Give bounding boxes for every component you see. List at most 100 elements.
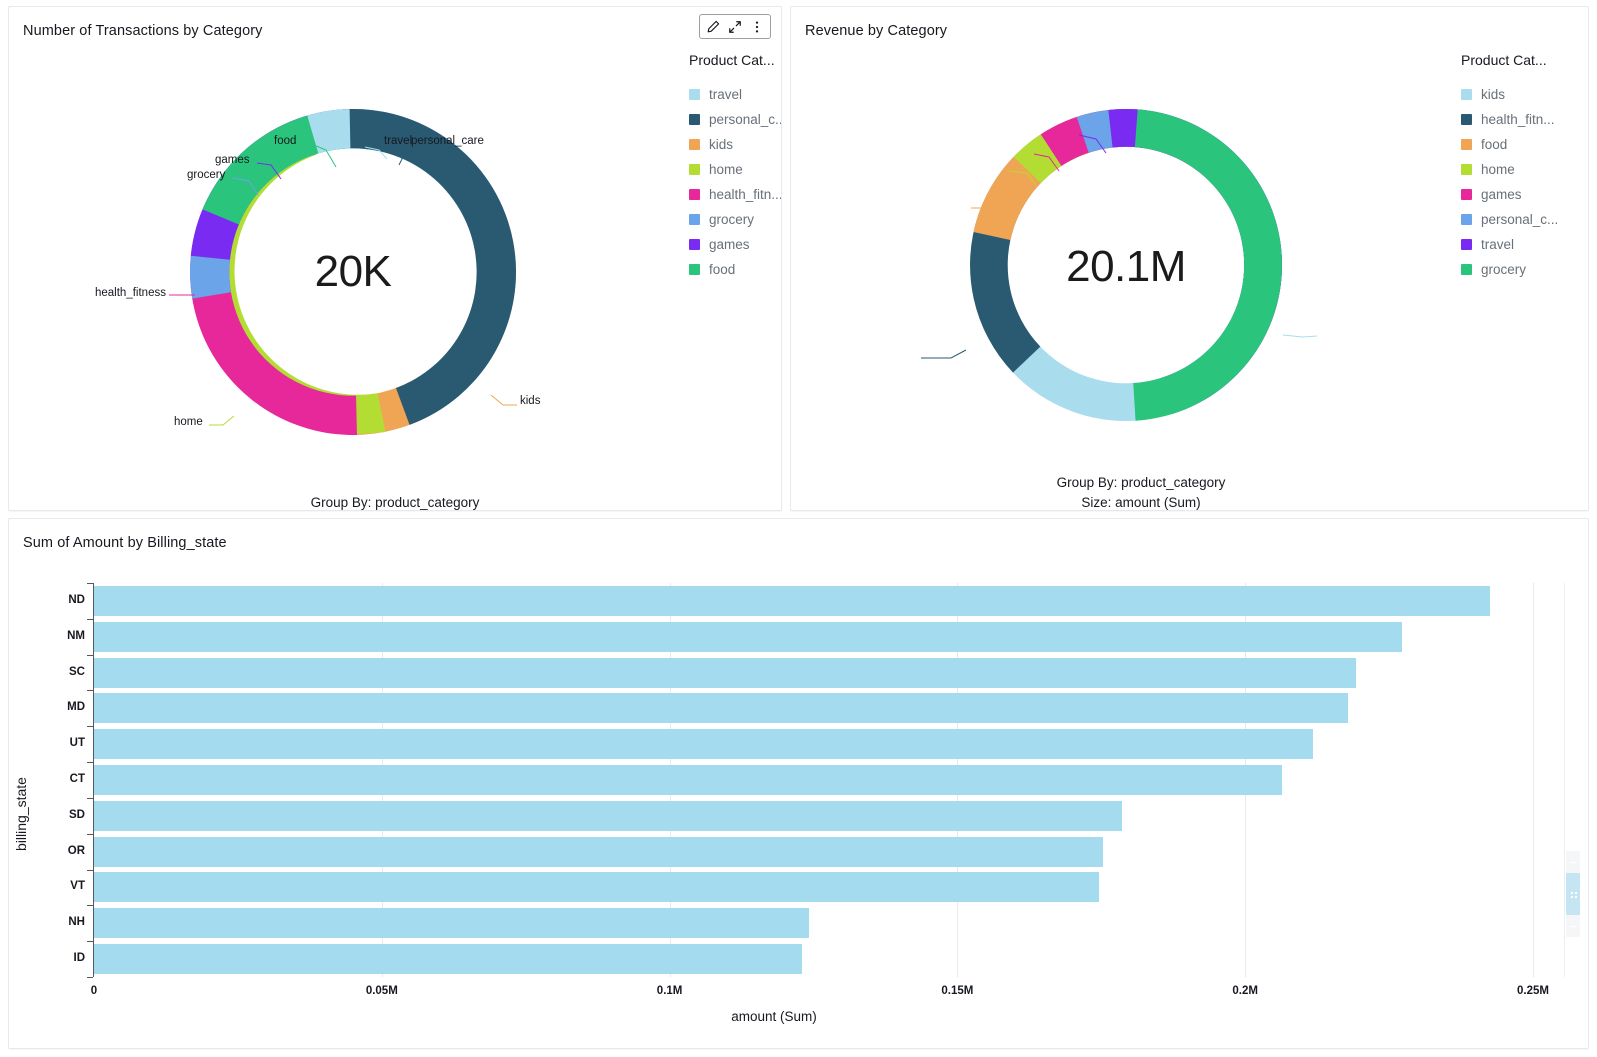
expand-icon[interactable] [724, 15, 746, 38]
legend-label: food [709, 262, 736, 277]
scrollbar-up-button[interactable] [1566, 851, 1580, 873]
donut-slice-home[interactable] [1013, 47, 1344, 370]
legend-swatch-icon [1461, 114, 1472, 125]
y-tick-mark [87, 654, 93, 656]
pencil-icon[interactable] [702, 15, 724, 38]
panel-sum-of-amount-by-billing-state: Sum of Amount by Billing_state billing_s… [8, 518, 1589, 1049]
y-tick-label-id: ID [73, 952, 86, 965]
bar-id[interactable] [94, 944, 802, 975]
legend-label: food [1481, 137, 1508, 152]
x-tick-label-1: 0.05M [365, 985, 398, 997]
footer-revenue: Group By: product_category Size: amount … [791, 473, 1491, 510]
legend-swatch-icon [689, 164, 700, 175]
legend-label: health_fitn... [1481, 112, 1555, 127]
bar-ut[interactable] [94, 729, 1313, 760]
legend-swatch-icon [1461, 264, 1472, 275]
x-tick-label-3: 0.15M [941, 985, 974, 997]
panel-title-billing: Sum of Amount by Billing_state [23, 535, 227, 551]
x-tick-label-2: 0.1M [656, 985, 683, 997]
y-tick-label-md: MD [67, 701, 85, 714]
y-tick-mark [87, 797, 93, 799]
legend-item-travel[interactable]: travel [689, 82, 781, 107]
bar-nd[interactable] [94, 585, 1490, 616]
panel-title-revenue: Revenue by Category [805, 23, 948, 39]
legend-item-games[interactable]: games [689, 232, 781, 257]
vertical-scrollbar[interactable] [1564, 583, 1580, 977]
donut-label-games: games [215, 154, 250, 166]
footer-group-by-revenue: Group By: product_category [1056, 475, 1226, 490]
panel-revenue-by-category: Revenue by Category 20.1M Product Cat...… [790, 6, 1589, 511]
y-tick-label-nd: ND [68, 593, 85, 606]
bar-chart-billing-state: billing_state ND NM SC MD UT CT SD OR VT NH ID 0 0.… [9, 561, 1588, 1048]
legend-item-games[interactable]: games [1461, 182, 1558, 207]
legend-label: grocery [1481, 262, 1527, 277]
legend-title-transactions: Product Cat... [689, 52, 775, 68]
bar-or[interactable] [94, 836, 1104, 867]
legend-swatch-icon [689, 139, 700, 150]
legend-item-kids[interactable]: kids [689, 132, 781, 157]
scrollbar-thumb[interactable] [1566, 873, 1580, 915]
x-tick-label-5: 0.25M [1517, 985, 1549, 997]
legend-item-personal_c[interactable]: personal_c... [1461, 207, 1558, 232]
bar-md[interactable] [94, 693, 1348, 724]
donut-label-home: home [174, 416, 203, 428]
legend-item-home[interactable]: home [1461, 157, 1558, 182]
legend-item-kids[interactable]: kids [1461, 82, 1558, 107]
dashboard: Number of Transactions by Category food … [0, 0, 1597, 1057]
footer-group-by-transactions: Group By: product_category [310, 495, 480, 510]
y-tick-label-or: OR [67, 844, 85, 857]
footer-transactions: Group By: product_category [9, 493, 781, 510]
legend-label: travel [1481, 237, 1515, 252]
legend-swatch-icon [1461, 139, 1472, 150]
y-tick-mark [87, 726, 93, 728]
legend-label: personal_c... [1481, 212, 1559, 227]
more-options-icon[interactable] [746, 15, 768, 38]
legend-item-travel[interactable]: travel [1461, 232, 1558, 257]
legend-swatch-icon [689, 114, 700, 125]
legend-label: kids [709, 137, 734, 152]
bar-nh[interactable] [94, 908, 809, 939]
legend-label: home [709, 162, 743, 177]
y-tick-mark [87, 690, 93, 692]
legend-item-personal_c[interactable]: personal_c... [689, 107, 782, 132]
legend-item-food[interactable]: food [689, 257, 781, 282]
donut-slice-games[interactable] [1040, 49, 1339, 391]
bar-sd[interactable] [94, 800, 1123, 831]
y-tick-mark [87, 941, 93, 943]
legend-item-health_fitn[interactable]: health_fitn... [1461, 107, 1558, 132]
legend-swatch-icon [1461, 214, 1472, 225]
bar-sc[interactable] [94, 657, 1356, 688]
donut-label-personal-care: personal_care [411, 135, 484, 147]
legend-swatch-icon [689, 264, 700, 275]
donut-center-value-transactions: 20K [314, 247, 392, 296]
scrollbar-down-button[interactable] [1566, 915, 1580, 937]
y-tick-mark [87, 762, 93, 764]
bar-ct[interactable] [94, 765, 1283, 795]
legend-item-grocery[interactable]: grocery [689, 207, 781, 232]
legend-label: travel [709, 87, 743, 102]
y-tick-mark [87, 833, 93, 835]
y-tick-label-nh: NH [68, 916, 85, 929]
legend-item-health_fitn[interactable]: health_fitn... [689, 182, 781, 207]
y-tick-label-sc: SC [69, 665, 85, 678]
bar-vt[interactable] [94, 872, 1099, 903]
panel-number-of-transactions: Number of Transactions by Category food … [8, 6, 782, 511]
legend-title-revenue: Product Cat... [1461, 52, 1547, 68]
legend-item-food[interactable]: food [1461, 132, 1558, 157]
bar-nm[interactable] [94, 621, 1403, 652]
legend-item-home[interactable]: home [689, 157, 781, 182]
donut-label-food: food [274, 135, 297, 147]
x-tick-label-0: 0 [90, 985, 98, 997]
legend-swatch-icon [689, 89, 700, 100]
legend-swatch-icon [1461, 189, 1472, 200]
legend-label: personal_c... [709, 112, 782, 127]
legend-item-grocery[interactable]: grocery [1461, 257, 1558, 282]
legend-swatch-icon [689, 239, 700, 250]
legend-swatch-icon [1461, 89, 1472, 100]
panel-title-transactions: Number of Transactions by Category [23, 23, 263, 39]
footer-size-revenue: Size: amount (Sum) [1081, 495, 1201, 510]
legend-revenue: Product Cat... kids health_fitn...food hom… [1461, 52, 1558, 282]
scrollbar-grip-icon [1570, 891, 1580, 899]
legend-swatch-icon [689, 214, 700, 225]
donut-label-travel: travel [384, 135, 413, 147]
